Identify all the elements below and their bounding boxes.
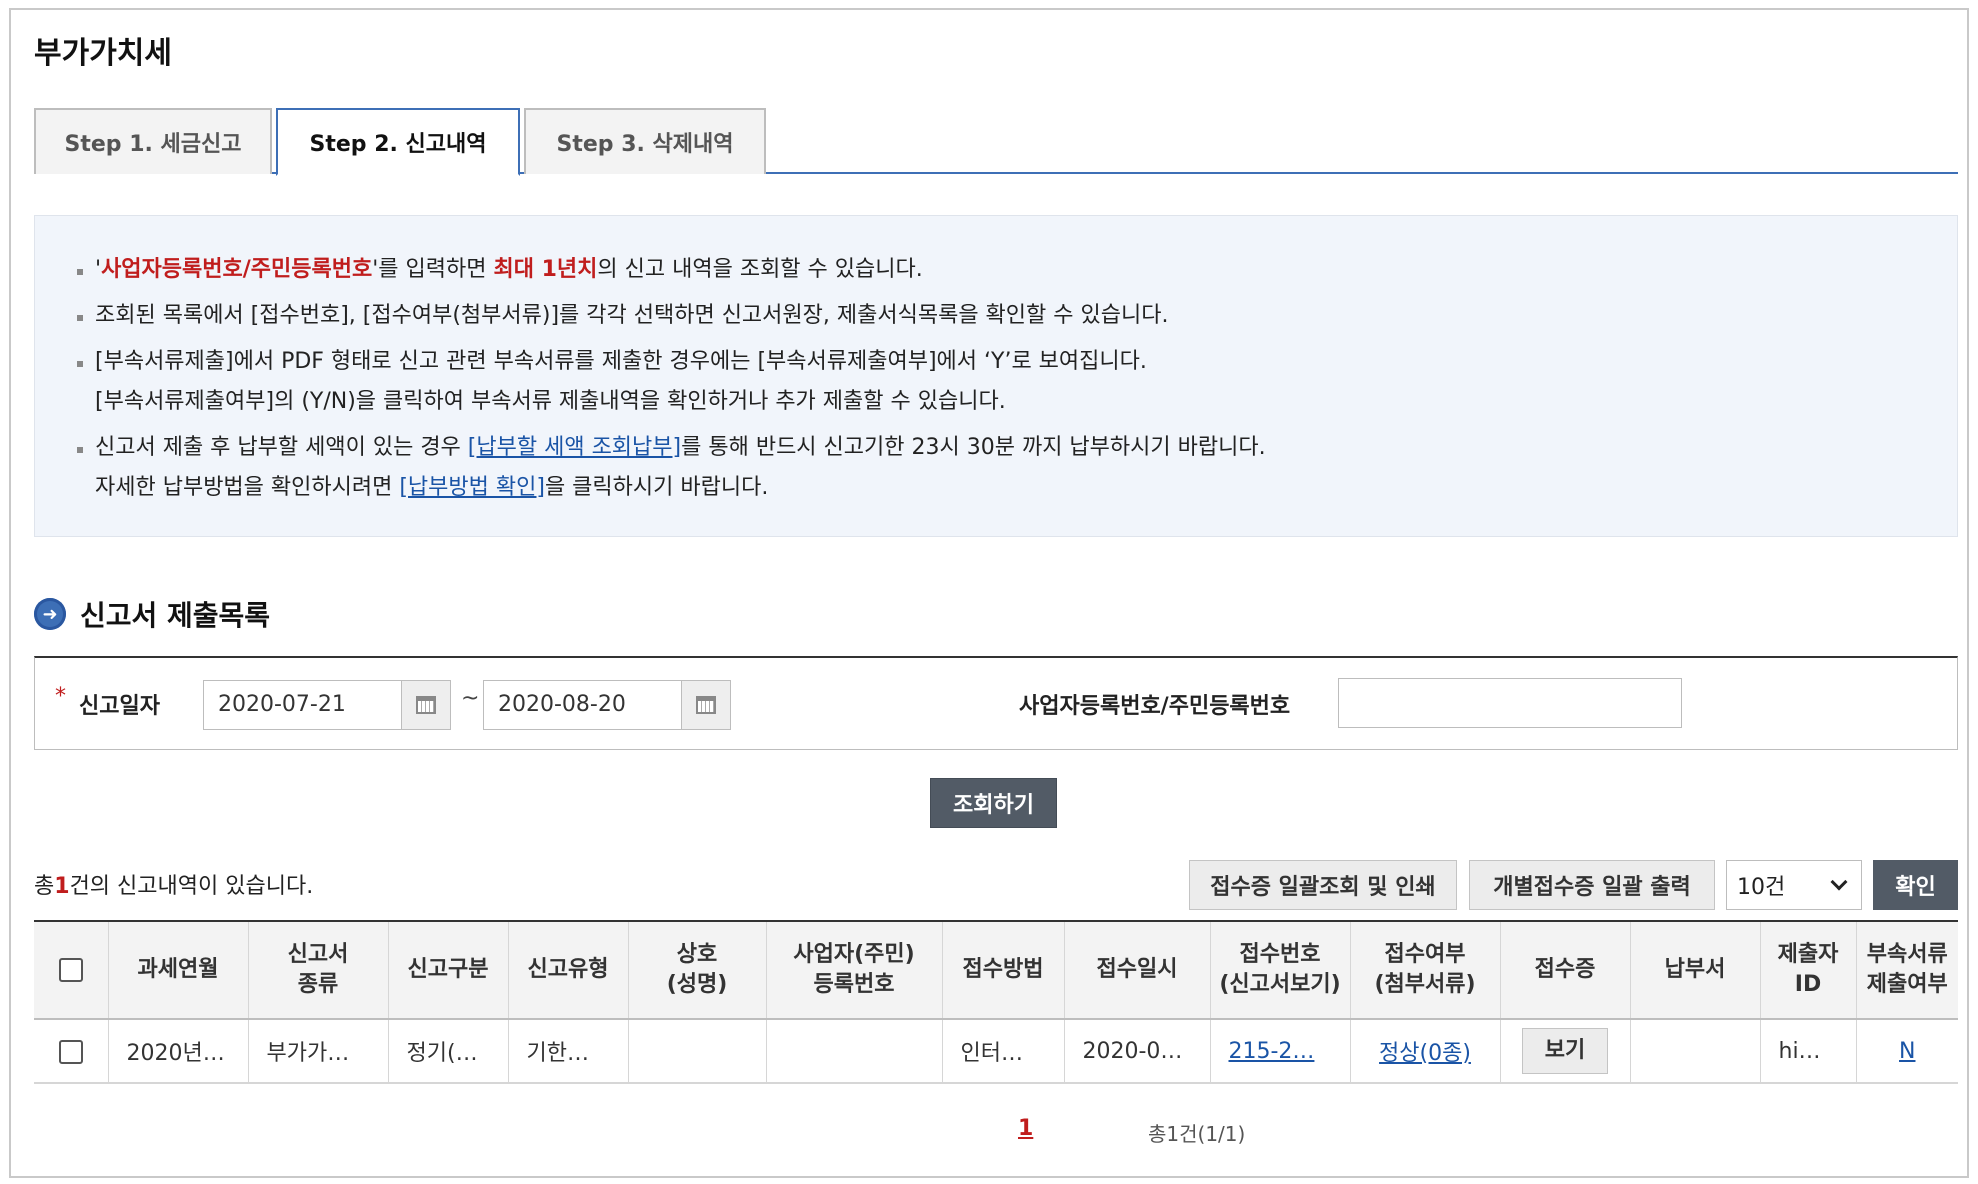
col-header: 접수번호 (신고서보기) xyxy=(1210,920,1351,1020)
date-range-separator: ~ xyxy=(461,686,480,711)
calendar-from-button[interactable] xyxy=(401,680,451,730)
cell-doc-type: 부가가… xyxy=(248,1019,389,1084)
section-title: 신고서 제출목록 xyxy=(80,599,271,632)
cell-report-class: 정기(… xyxy=(388,1019,509,1084)
calendar-icon xyxy=(416,696,436,714)
cell-receipt: 보기 xyxy=(1500,1019,1631,1084)
cell-reg-no xyxy=(766,1019,943,1084)
col-header: 신고유형 xyxy=(508,920,629,1020)
col-header: 접수증 xyxy=(1500,920,1631,1020)
tab-step3[interactable]: Step 3. 삭제내역 xyxy=(524,108,766,174)
info-item: 조회된 목록에서 [접수번호], [접수여부(첨부서류)]를 각각 선택하면 신… xyxy=(75,296,1266,336)
chevron-down-icon xyxy=(1830,873,1848,891)
row-select-cell xyxy=(34,1019,109,1084)
pagination-summary: 총1건(1/1) xyxy=(1148,1122,1246,1146)
status-link[interactable]: 정상(0종) xyxy=(1379,1041,1471,1066)
attached-docs-link[interactable]: N xyxy=(1899,1039,1915,1064)
col-header: 접수일시 xyxy=(1064,920,1211,1020)
select-all-cell xyxy=(34,920,109,1020)
info-item: 신고서 제출 후 납부할 세액이 있는 경우 [납부할 세액 조회납부]를 통해… xyxy=(75,428,1266,508)
col-header: 납부서 xyxy=(1630,920,1761,1020)
biz-number-label: 사업자등록번호/주민등록번호 xyxy=(1019,694,1291,719)
arrow-circle-icon: ➜ xyxy=(34,598,66,630)
table-row: 2020년… 부가가… 정기(… 기한… 인터… 2020-0… 215-2… … xyxy=(34,1019,1958,1084)
cell-report-type: 기한… xyxy=(508,1019,629,1084)
cell-attached: N xyxy=(1856,1019,1958,1084)
col-header: 상호 (성명) xyxy=(628,920,767,1020)
confirm-button[interactable]: 확인 xyxy=(1873,860,1958,910)
col-header: 신고서 종류 xyxy=(248,920,389,1020)
cell-payment xyxy=(1630,1019,1761,1084)
step-tabs: Step 1. 세금신고 Step 2. 신고내역 Step 3. 삭제내역 xyxy=(34,108,1958,176)
cell-method: 인터… xyxy=(942,1019,1065,1084)
info-item: '사업자등록번호/주민등록번호'를 입력하면 최대 1년치의 신고 내역을 조회… xyxy=(75,250,1266,290)
col-header: 부속서류 제출여부 xyxy=(1856,920,1958,1020)
search-button[interactable]: 조회하기 xyxy=(930,778,1057,828)
payment-method-link[interactable]: [납부방법 확인] xyxy=(399,475,545,500)
report-table: 과세연월 신고서 종류 신고구분 신고유형 상호 (성명) 사업자(주민) 등록번호 … xyxy=(34,920,1958,1084)
total-count: 1 xyxy=(54,874,70,899)
section-heading: ➜ 신고서 제출목록 xyxy=(34,594,270,634)
highlight-text: 사업자등록번호/주민등록번호 xyxy=(101,257,373,282)
cell-datetime: 2020-0… xyxy=(1064,1019,1211,1084)
tab-step1[interactable]: Step 1. 세금신고 xyxy=(34,108,272,174)
row-checkbox[interactable] xyxy=(58,1039,83,1064)
page-link-1[interactable]: 1 xyxy=(1018,1116,1033,1141)
bulk-receipt-print-button[interactable]: 접수증 일괄조회 및 인쇄 xyxy=(1189,860,1457,910)
info-box: '사업자등록번호/주민등록번호'를 입력하면 최대 1년치의 신고 내역을 조회… xyxy=(34,215,1958,537)
table-header-row: 과세연월 신고서 종류 신고구분 신고유형 상호 (성명) 사업자(주민) 등록번호 … xyxy=(34,920,1958,1020)
calendar-to-button[interactable] xyxy=(681,680,731,730)
total-count-text: 총1건의 신고내역이 있습니다. xyxy=(34,874,314,899)
cell-period: 2020년… xyxy=(108,1019,249,1084)
calendar-icon xyxy=(696,696,716,714)
cell-company xyxy=(628,1019,767,1084)
cell-status: 정상(0종) xyxy=(1350,1019,1501,1084)
col-header: 신고구분 xyxy=(388,920,509,1020)
date-to-input[interactable]: 2020-08-20 xyxy=(483,680,683,730)
biz-number-input[interactable] xyxy=(1338,678,1682,728)
tax-payment-link[interactable]: [납부할 세액 조회납부] xyxy=(468,435,681,460)
page-title: 부가가치세 xyxy=(34,36,172,71)
info-item: [부속서류제출]에서 PDF 형태로 신고 관련 부속서류를 제출한 경우에는 … xyxy=(75,342,1266,422)
tab-step2[interactable]: Step 2. 신고내역 xyxy=(276,108,520,176)
page-size-select[interactable]: 10건 xyxy=(1726,860,1862,910)
col-header: 접수방법 xyxy=(942,920,1065,1020)
col-header: 제출자 ID xyxy=(1760,920,1857,1020)
col-header: 접수여부 (첨부서류) xyxy=(1350,920,1501,1020)
cell-receipt-no: 215-2… xyxy=(1210,1019,1351,1084)
individual-receipt-print-button[interactable]: 개별접수증 일괄 출력 xyxy=(1469,860,1715,910)
receipt-no-link[interactable]: 215-2… xyxy=(1229,1039,1315,1064)
cell-submitter: hi… xyxy=(1760,1019,1857,1084)
search-panel: * 신고일자 2020-07-21 ~ 2020-08-20 사업자등록번호/주… xyxy=(34,656,1958,750)
report-date-label: 신고일자 xyxy=(79,694,160,719)
required-mark: * xyxy=(55,684,66,709)
highlight-text: 최대 1년치 xyxy=(493,257,598,282)
col-header: 과세연월 xyxy=(108,920,249,1020)
select-all-checkbox[interactable] xyxy=(58,958,83,982)
view-receipt-button[interactable]: 보기 xyxy=(1522,1028,1608,1074)
date-from-input[interactable]: 2020-07-21 xyxy=(203,680,403,730)
col-header: 사업자(주민) 등록번호 xyxy=(766,920,943,1020)
